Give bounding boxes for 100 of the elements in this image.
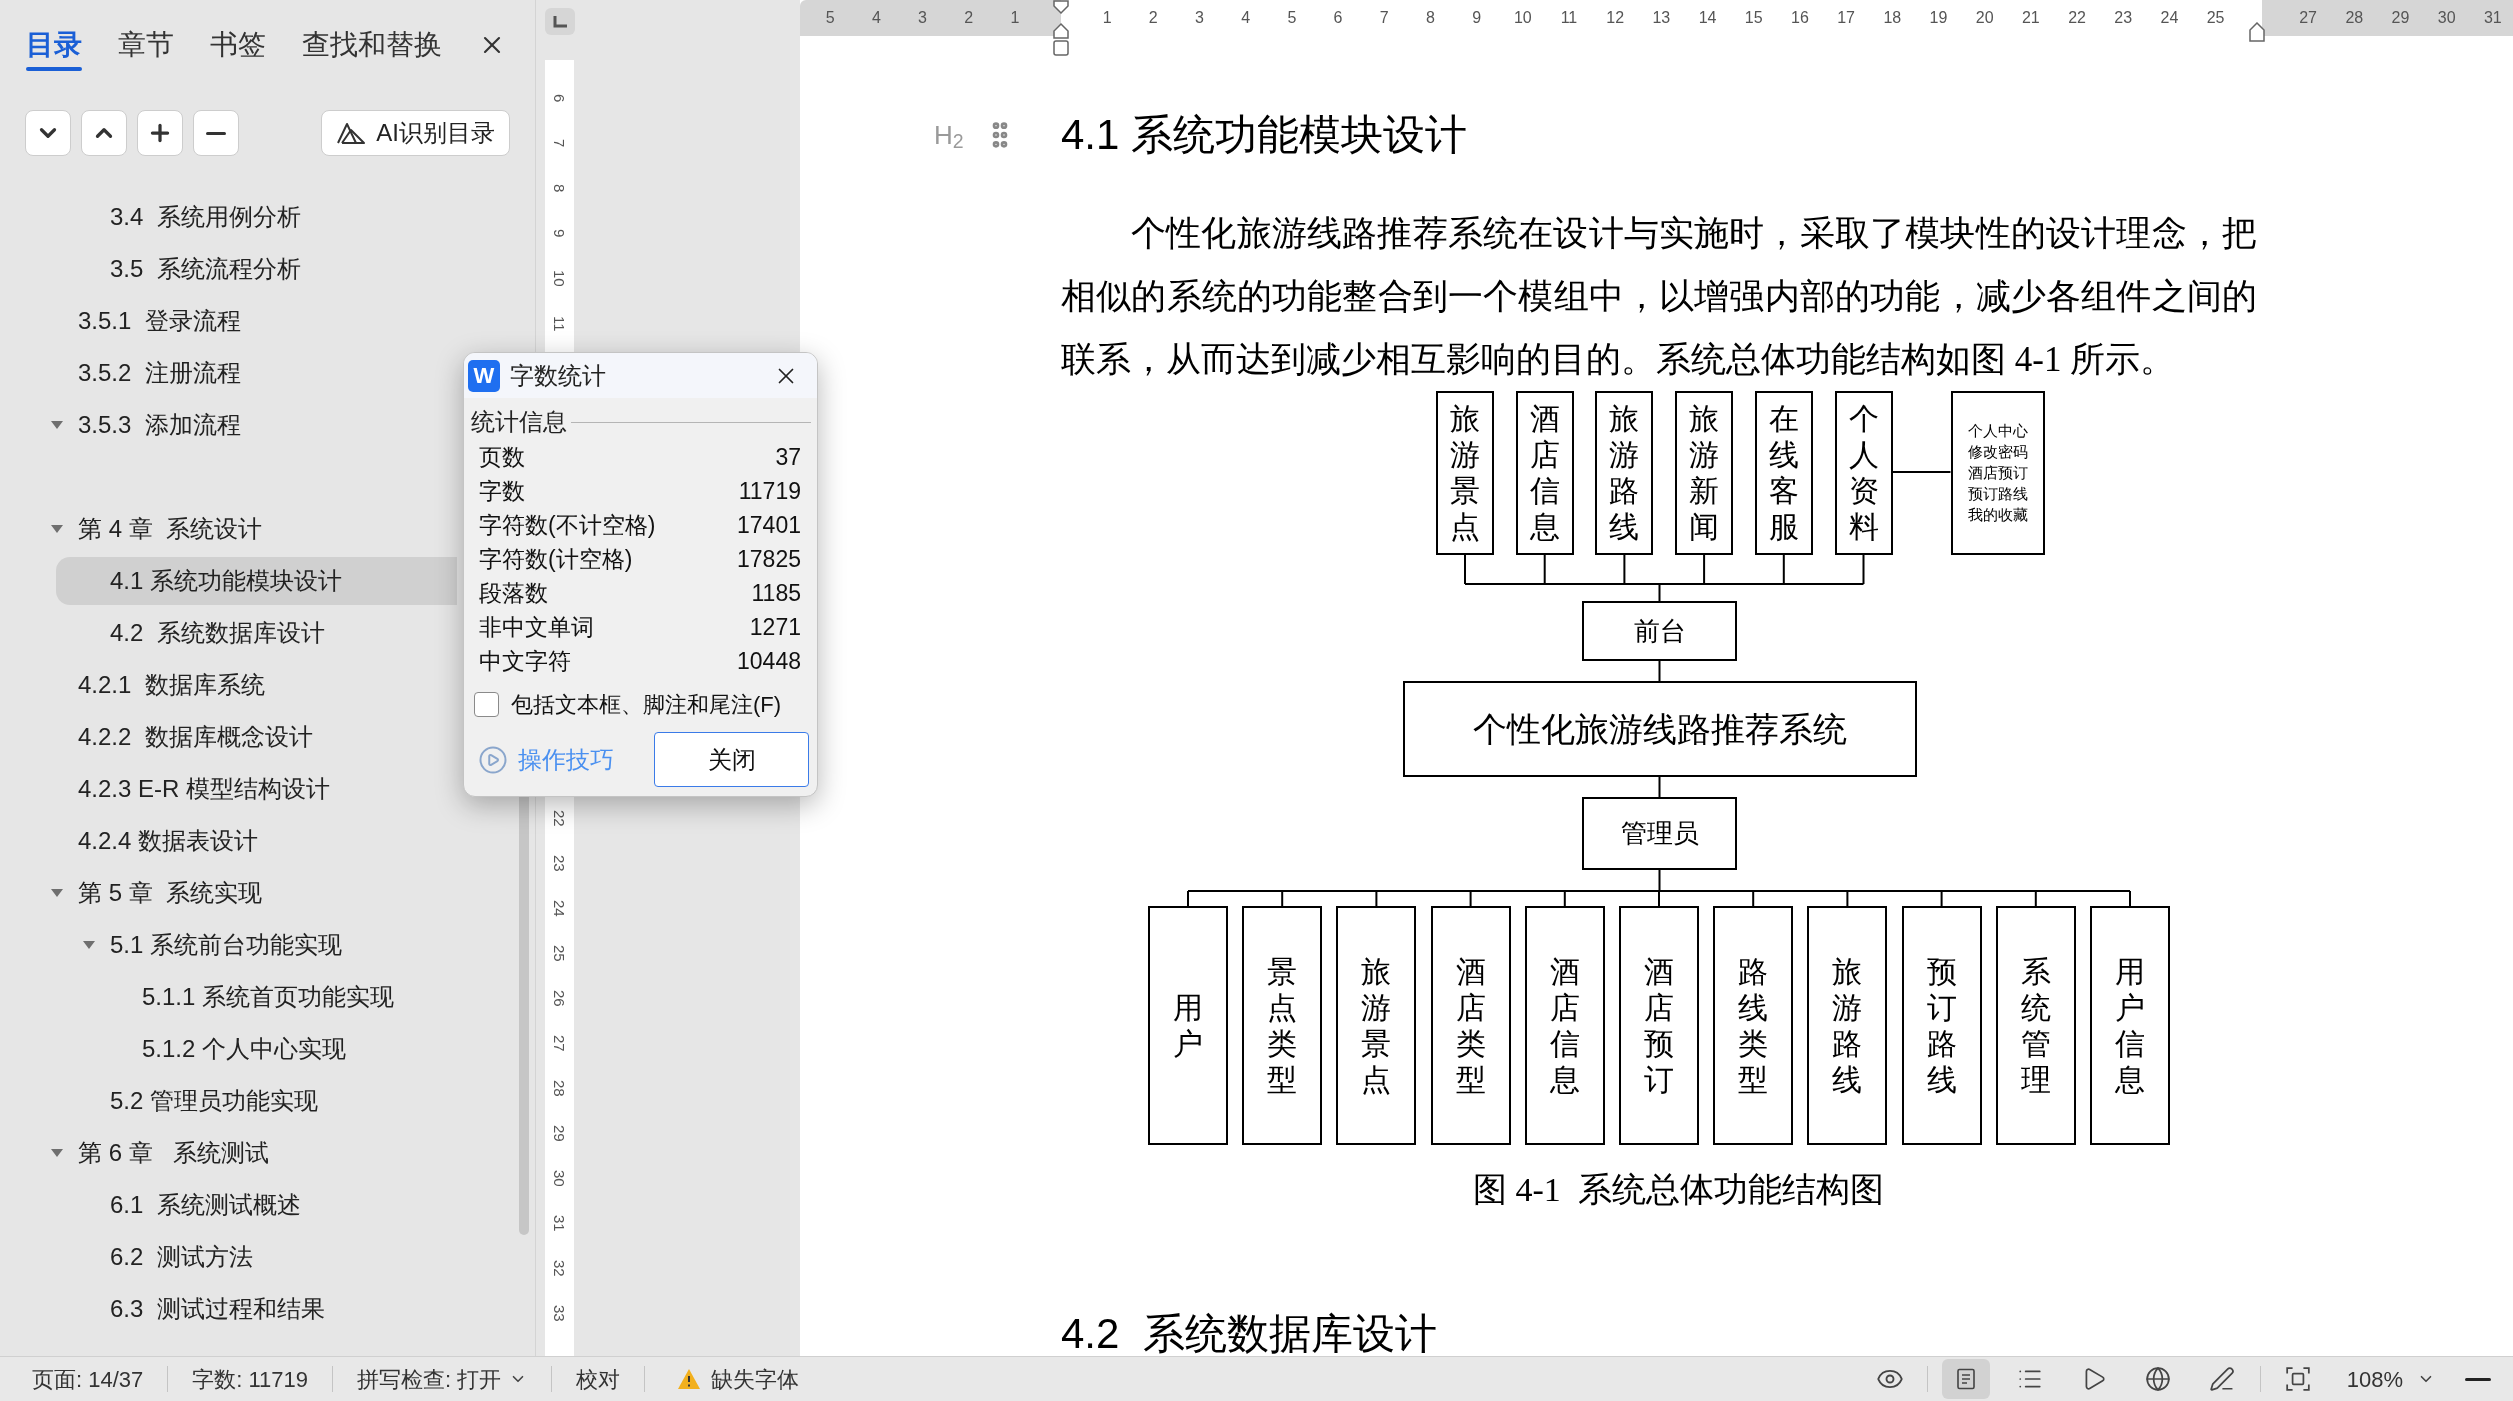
module-node: 个人资料 bbox=[1834, 391, 1893, 555]
toc-item[interactable]: 3.5.3 添加流程 bbox=[24, 401, 457, 449]
sidebar-tab[interactable]: 书签 bbox=[210, 29, 266, 71]
feature-item: 酒店预订 bbox=[1967, 463, 2028, 483]
admin-module-node: 用户 bbox=[1148, 906, 1228, 1145]
sidebar-tab[interactable]: 目录 bbox=[26, 29, 82, 71]
toc-item[interactable]: 4.2.4 数据表设计 bbox=[24, 817, 457, 865]
collapse-button[interactable] bbox=[25, 110, 71, 156]
spell-check-dropdown[interactable]: 拼写检查: 打开 bbox=[357, 1362, 528, 1396]
ruler-number: 25 bbox=[2206, 8, 2225, 28]
toc-item[interactable]: 第 5 章 系统实现 bbox=[24, 869, 457, 917]
toc-item[interactable]: 6.1 系统测试概述 bbox=[56, 1181, 457, 1229]
stat-value: 37 bbox=[775, 442, 801, 472]
toc-item[interactable]: 4.2 系统数据库设计 bbox=[56, 609, 457, 657]
ruler-number: 2 bbox=[964, 8, 974, 28]
section-heading: 4.1 系统功能模块设计 bbox=[1061, 110, 1468, 160]
stat-label: 页数 bbox=[479, 442, 525, 472]
admin-module-node: 酒店类型 bbox=[1430, 906, 1511, 1145]
toc-item[interactable]: 第 6 章 系统测试 bbox=[24, 1129, 457, 1177]
stat-value: 17825 bbox=[737, 544, 801, 574]
toc-item[interactable]: 5.2 管理员功能实现 bbox=[56, 1077, 457, 1125]
close-dialog-button[interactable]: 关闭 bbox=[654, 732, 809, 787]
toc-item[interactable]: 6.3 测试过程和结果 bbox=[56, 1285, 457, 1333]
ruler-number: 9 bbox=[552, 229, 567, 238]
toc-item[interactable]: 5.1.1 系统首页功能实现 bbox=[88, 973, 457, 1021]
include-notes-checkbox[interactable] bbox=[474, 691, 499, 717]
dialog-title: 字数统计 bbox=[510, 360, 606, 391]
pen-icon bbox=[2208, 1366, 2235, 1392]
ruler-number: 6 bbox=[1333, 8, 1343, 28]
ruler-number: 13 bbox=[1652, 8, 1671, 28]
body-paragraph: 个性化旅游线路推荐系统在设计与实施时，采取了模块性的设计理念，把相似的系统的功能整合到一个模组中，以增强内部的功能，减少各组件之间的联系，从而达到减少相互影响的目的。系统总体功能结构如图 4-1 所示。 bbox=[1061, 213, 2257, 381]
toc-item[interactable]: 4.2.2 数据库概念设计 bbox=[24, 713, 457, 761]
expand-button[interactable] bbox=[81, 110, 127, 156]
ruler-number: 7 bbox=[1379, 8, 1389, 28]
expand-triangle-icon[interactable] bbox=[51, 525, 63, 533]
stat-label: 段落数 bbox=[479, 578, 548, 608]
ruler-number: 10 bbox=[552, 270, 567, 287]
feature-item: 预订路线 bbox=[1967, 484, 2028, 504]
ruler-number: 5 bbox=[1287, 8, 1297, 28]
ruler-number: 24 bbox=[2160, 8, 2179, 28]
page-view-button[interactable] bbox=[1941, 1359, 1990, 1399]
missing-fonts-button[interactable]: 缺失字体 bbox=[677, 1362, 800, 1396]
word-count-text[interactable]: 字数: 11719 bbox=[192, 1362, 309, 1396]
warning-icon bbox=[677, 1368, 702, 1390]
expand-triangle-icon[interactable] bbox=[83, 941, 95, 949]
stat-label: 字符数(计空格) bbox=[479, 544, 633, 574]
zoom-dropdown[interactable]: 108% bbox=[2346, 1362, 2435, 1396]
toc-item[interactable]: 4.2.3 E-R 模型结构设计 bbox=[24, 765, 457, 813]
ruler-number: 12 bbox=[1606, 8, 1625, 28]
module-node: 酒店信息 bbox=[1515, 391, 1574, 555]
toc-item[interactable]: 5.1.2 个人中心实现 bbox=[88, 1025, 457, 1073]
toc-item[interactable]: 第 4 章 系统设计 bbox=[24, 505, 457, 553]
ruler-number: 21 bbox=[2021, 8, 2040, 28]
stat-label: 字符数(不计空格) bbox=[479, 510, 656, 540]
sidebar-tab[interactable]: 查找和替换 bbox=[302, 29, 442, 71]
ruler-number: 3 bbox=[918, 8, 927, 28]
remove-button[interactable] bbox=[193, 110, 239, 156]
admin-module-node: 旅游路线 bbox=[1807, 906, 1888, 1145]
ruler-number: 4 bbox=[871, 8, 881, 28]
ruler-number: 22 bbox=[552, 810, 567, 827]
ruler-number: 25 bbox=[552, 945, 567, 962]
ruler-corner-icon[interactable] bbox=[545, 8, 575, 35]
ruler-number: 32 bbox=[552, 1260, 567, 1277]
toc-item[interactable]: 3.4 系统用例分析 bbox=[56, 193, 457, 241]
stat-value: 10448 bbox=[737, 646, 801, 676]
toc-item[interactable]: 4.2.1 数据库系统 bbox=[24, 661, 457, 709]
toc-item[interactable]: 6.2 测试方法 bbox=[56, 1233, 457, 1281]
fit-page-icon bbox=[2284, 1366, 2311, 1392]
feature-item: 我的收藏 bbox=[1967, 505, 2028, 525]
stat-value: 17401 bbox=[737, 510, 801, 540]
admin-module-node: 酒店信息 bbox=[1524, 906, 1605, 1145]
app-logo: W bbox=[468, 359, 500, 392]
expand-triangle-icon[interactable] bbox=[51, 1149, 63, 1157]
stat-value: 1271 bbox=[749, 612, 801, 642]
expand-triangle-icon[interactable] bbox=[51, 889, 63, 897]
admin-module-node: 系统管理 bbox=[1995, 906, 2076, 1145]
toc-item[interactable]: 4.1 系统功能模块设计 bbox=[56, 557, 457, 605]
proofread-button[interactable]: 校对 bbox=[576, 1362, 621, 1396]
admin-module-node: 景点类型 bbox=[1242, 906, 1323, 1145]
figure-caption: 图 4-1 系统总体功能结构图 bbox=[1473, 1170, 1884, 1210]
expand-triangle-icon[interactable] bbox=[51, 421, 63, 429]
toc-item[interactable]: 5.1 系统前台功能实现 bbox=[56, 921, 457, 969]
stat-label: 字数 bbox=[479, 476, 525, 506]
ruler-number: 24 bbox=[552, 900, 567, 917]
toc-item[interactable]: 3.5.2 注册流程 bbox=[24, 349, 457, 397]
ai-toc-button[interactable]: AI识别目录 bbox=[321, 110, 510, 156]
add-button[interactable] bbox=[137, 110, 183, 156]
ruler-number: 30 bbox=[552, 1170, 567, 1187]
ruler-number: 31 bbox=[2483, 8, 2502, 28]
connector-line bbox=[1658, 776, 1661, 798]
indent-marker-icon[interactable] bbox=[1053, 0, 1069, 56]
ruler-number: 19 bbox=[1929, 8, 1948, 28]
ruler-number: 30 bbox=[2437, 8, 2456, 28]
system-node: 个性化旅游线路推荐系统 bbox=[1403, 681, 1917, 777]
toc-item[interactable]: 3.5.1 登录流程 bbox=[24, 297, 457, 345]
ruler-number: 33 bbox=[552, 1305, 567, 1322]
checkbox-label[interactable]: 包括文本框、脚注和尾注(F) bbox=[511, 687, 782, 721]
ruler-number: 10 bbox=[1513, 8, 1532, 28]
sidebar-tab[interactable]: 章节 bbox=[118, 29, 174, 71]
toc-item[interactable]: 3.5 系统流程分析 bbox=[56, 245, 457, 293]
